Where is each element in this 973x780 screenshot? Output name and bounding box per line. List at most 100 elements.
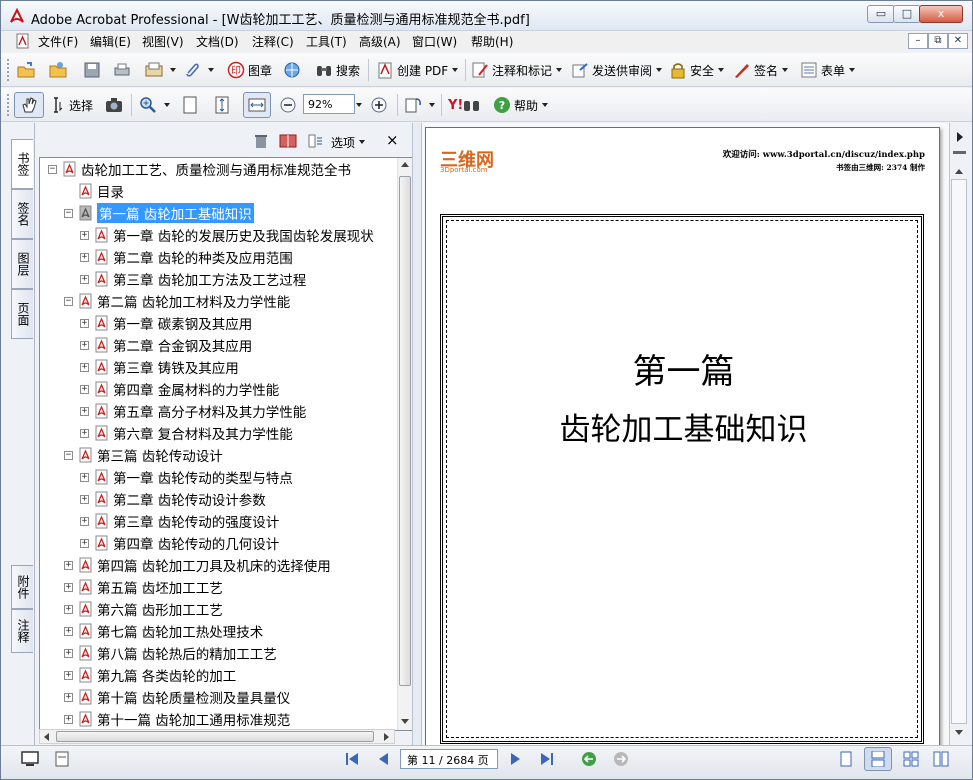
expand-icon[interactable]: + — [80, 384, 89, 394]
close-panel-button[interactable]: × — [386, 131, 399, 149]
tree-horizontal-scrollbar[interactable] — [39, 729, 395, 744]
zoom-level-field[interactable] — [303, 94, 355, 114]
tab-layers[interactable]: 图层 — [11, 239, 33, 289]
bookmark-item[interactable]: + 第十一篇 齿轮加工通用标准规范 — [64, 708, 290, 730]
first-page-icon[interactable] — [344, 751, 360, 767]
scroll-down-icon[interactable] — [955, 730, 963, 735]
bookmark-item[interactable]: + 第一章 碳素钢及其应用 — [80, 312, 252, 334]
expand-icon[interactable]: + — [64, 560, 73, 570]
document-scroll-track[interactable] — [951, 179, 967, 724]
document-scrollbar[interactable] — [949, 123, 969, 745]
scroll-up-icon[interactable] — [401, 162, 409, 167]
security-button[interactable]: 安全 — [669, 60, 725, 80]
zoom-out-button[interactable] — [279, 95, 300, 115]
expand-icon[interactable]: + — [80, 516, 89, 526]
scroll-left-icon[interactable] — [44, 733, 49, 741]
bookmark-item[interactable]: + 第八篇 齿轮热后的精加工工艺 — [64, 642, 277, 664]
monitor-icon[interactable] — [21, 751, 39, 767]
expand-icon[interactable]: + — [64, 626, 73, 636]
zoom-in-tool-button[interactable] — [139, 95, 170, 115]
attach-button[interactable] — [183, 60, 214, 80]
expand-icon[interactable]: + — [80, 428, 89, 438]
bookmark-item[interactable]: + 第二章 齿轮传动设计参数 — [80, 488, 266, 510]
menu-file[interactable]: 文件(F) — [38, 33, 78, 50]
tree-scroll-thumb[interactable] — [399, 176, 411, 686]
bookmark-item[interactable]: + 第三章 齿轮加工方法及工艺过程 — [80, 268, 306, 290]
yahoo-button[interactable]: Y! — [448, 95, 484, 115]
continuous-page-button[interactable] — [864, 747, 892, 771]
previous-page-icon[interactable] — [376, 751, 390, 767]
tab-bookmarks[interactable]: 书签 — [11, 139, 33, 189]
expand-icon[interactable]: + — [80, 274, 89, 284]
bookmark-item[interactable]: + 第四章 齿轮传动的几何设计 — [80, 532, 279, 554]
next-page-icon[interactable] — [509, 751, 523, 767]
menu-advanced[interactable]: 高级(A) — [359, 33, 401, 50]
expand-icon[interactable]: + — [64, 604, 73, 614]
bookmark-item[interactable]: − 第二篇 齿轮加工材料及力学性能 — [64, 290, 290, 312]
menu-view[interactable]: 视图(V) — [142, 33, 184, 50]
split-handle-icon[interactable] — [953, 151, 966, 154]
tab-comments[interactable]: 注释 — [11, 609, 33, 653]
bookmark-item[interactable]: + 第十篇 齿轮质量检测及量具量仪 — [64, 686, 290, 708]
search-button[interactable]: 搜索 — [315, 60, 360, 80]
bookmark-item[interactable]: 目录 — [64, 180, 124, 202]
expand-icon[interactable]: + — [64, 670, 73, 680]
toolbar-grip[interactable] — [7, 59, 10, 81]
collapse-icon[interactable]: − — [48, 164, 57, 174]
stamp-button[interactable]: 印图章 — [227, 60, 272, 80]
bookmark-item[interactable]: + 第二章 齿轮的种类及应用范围 — [80, 246, 293, 268]
fit-width-button[interactable] — [243, 92, 271, 118]
collapse-icon[interactable]: − — [64, 450, 73, 460]
sign-button[interactable]: 签名 — [733, 60, 789, 80]
tab-pages[interactable]: 页面 — [11, 289, 33, 339]
open-button[interactable] — [17, 60, 38, 80]
bookmark-item[interactable]: + 第三章 铸铁及其应用 — [80, 356, 239, 378]
doc-minimize-button[interactable]: – — [908, 33, 928, 49]
bookmark-item[interactable]: + 第五篇 齿坯加工工艺 — [64, 576, 223, 598]
collapse-icon[interactable]: − — [64, 208, 73, 218]
actual-size-button[interactable] — [181, 95, 202, 115]
expand-icon[interactable]: + — [80, 406, 89, 416]
continuous-facing-icon[interactable] — [933, 751, 949, 767]
select-tool-button[interactable]: 选择 — [48, 95, 93, 115]
tree-vertical-scrollbar[interactable] — [397, 158, 412, 730]
facing-page-icon[interactable] — [903, 751, 919, 767]
bookmark-item[interactable]: + 第九篇 各类齿轮的加工 — [64, 664, 236, 686]
hand-tool-button[interactable] — [14, 92, 44, 118]
tab-signatures[interactable]: 签名 — [11, 189, 33, 239]
email-button[interactable] — [145, 60, 176, 80]
scroll-right-icon[interactable] — [384, 733, 389, 741]
expand-icon[interactable]: + — [80, 230, 89, 240]
bookmark-item[interactable]: − 齿轮加工工艺、质量检测与通用标准规范全书 — [48, 158, 351, 180]
menu-help[interactable]: 帮助(H) — [471, 33, 513, 50]
create-pdf-button[interactable]: 创建 PDF — [376, 60, 459, 80]
organizer-button[interactable] — [49, 60, 70, 80]
expand-icon[interactable]: + — [80, 362, 89, 372]
help-button[interactable]: ? 帮助 — [493, 95, 549, 115]
toolbar-grip[interactable] — [7, 94, 10, 116]
page-number-field[interactable]: 第 11 / 2684 页 — [400, 749, 498, 769]
bookmark-item[interactable]: + 第一章 齿轮的发展历史及我国齿轮发展现状 — [80, 224, 374, 246]
send-review-button[interactable]: 发送供审阅 — [571, 60, 663, 80]
expand-icon[interactable]: + — [80, 472, 89, 482]
close-button[interactable]: x — [919, 5, 963, 23]
bookmark-item[interactable]: + 第五章 高分子材料及其力学性能 — [80, 400, 306, 422]
zoom-dropdown[interactable] — [352, 95, 362, 115]
expand-icon[interactable]: + — [80, 252, 89, 262]
doc-restore-button[interactable]: ⧉ — [928, 33, 948, 49]
expand-icon[interactable]: + — [64, 692, 73, 702]
save-button[interactable] — [83, 60, 104, 80]
bookmark-item[interactable]: − 第一篇 齿轮加工基础知识 — [64, 202, 254, 224]
last-page-icon[interactable] — [539, 751, 555, 767]
globe-button[interactable] — [283, 60, 304, 80]
minimize-button[interactable]: ▭ — [867, 5, 895, 23]
print-button[interactable] — [113, 60, 134, 80]
maximize-button[interactable]: □ — [893, 5, 921, 23]
bookmark-item[interactable]: + 第二章 合金钢及其应用 — [80, 334, 252, 356]
expand-icon[interactable]: + — [80, 340, 89, 350]
zoom-in-button[interactable] — [370, 95, 391, 115]
collapse-icon[interactable]: − — [64, 296, 73, 306]
doc-close-button[interactable]: ✕ — [948, 33, 968, 49]
menu-document[interactable]: 文档(D) — [196, 33, 239, 50]
go-back-icon[interactable] — [581, 751, 597, 767]
